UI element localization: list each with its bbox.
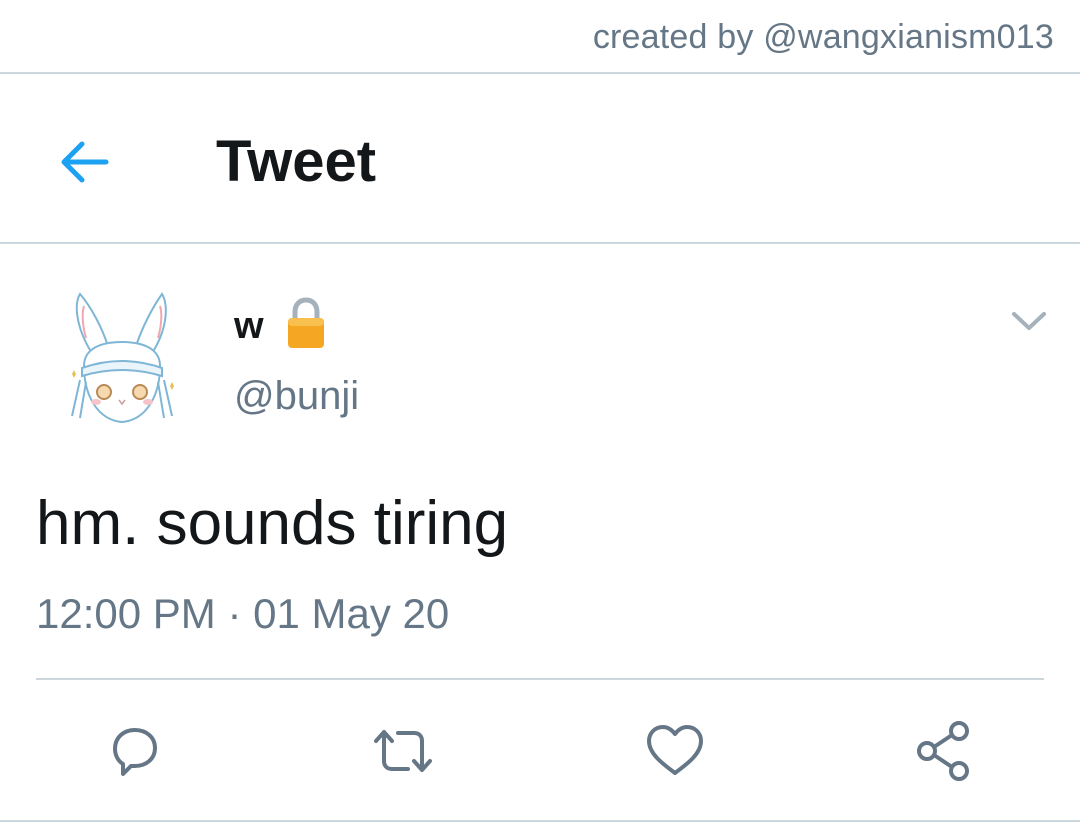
- tweet-timestamp: 12:00 PM · 01 May 20: [36, 590, 449, 638]
- page-title: Tweet: [216, 129, 377, 194]
- retweet-button[interactable]: [368, 716, 438, 786]
- chevron-down-icon[interactable]: [1006, 304, 1052, 340]
- retweet-icon: [374, 730, 432, 772]
- lock-icon: [288, 297, 324, 348]
- user-handle[interactable]: @bunji: [234, 374, 359, 419]
- creator-credit: created by @wangxianism013: [592, 18, 1054, 56]
- back-button[interactable]: [52, 130, 116, 194]
- like-button[interactable]: [640, 716, 710, 786]
- share-icon: [917, 721, 969, 781]
- display-name[interactable]: w: [234, 305, 264, 348]
- tweet-text: hm. sounds tiring: [36, 489, 509, 558]
- share-button[interactable]: [910, 716, 980, 786]
- tweet-time: 12:00 PM: [36, 590, 216, 637]
- reply-button[interactable]: [100, 716, 170, 786]
- meta-separator: ·: [227, 590, 242, 637]
- actions-divider: [36, 678, 1044, 680]
- tweet-date: 01 May 20: [253, 590, 450, 637]
- back-arrow-icon: [61, 141, 109, 183]
- reply-icon: [113, 728, 157, 776]
- top-divider: [0, 72, 1080, 74]
- bottom-divider: [0, 820, 1080, 822]
- header-divider: [0, 242, 1080, 244]
- like-icon: [647, 725, 703, 775]
- bunny-avatar-icon: [71, 292, 174, 424]
- avatar[interactable]: [62, 288, 182, 428]
